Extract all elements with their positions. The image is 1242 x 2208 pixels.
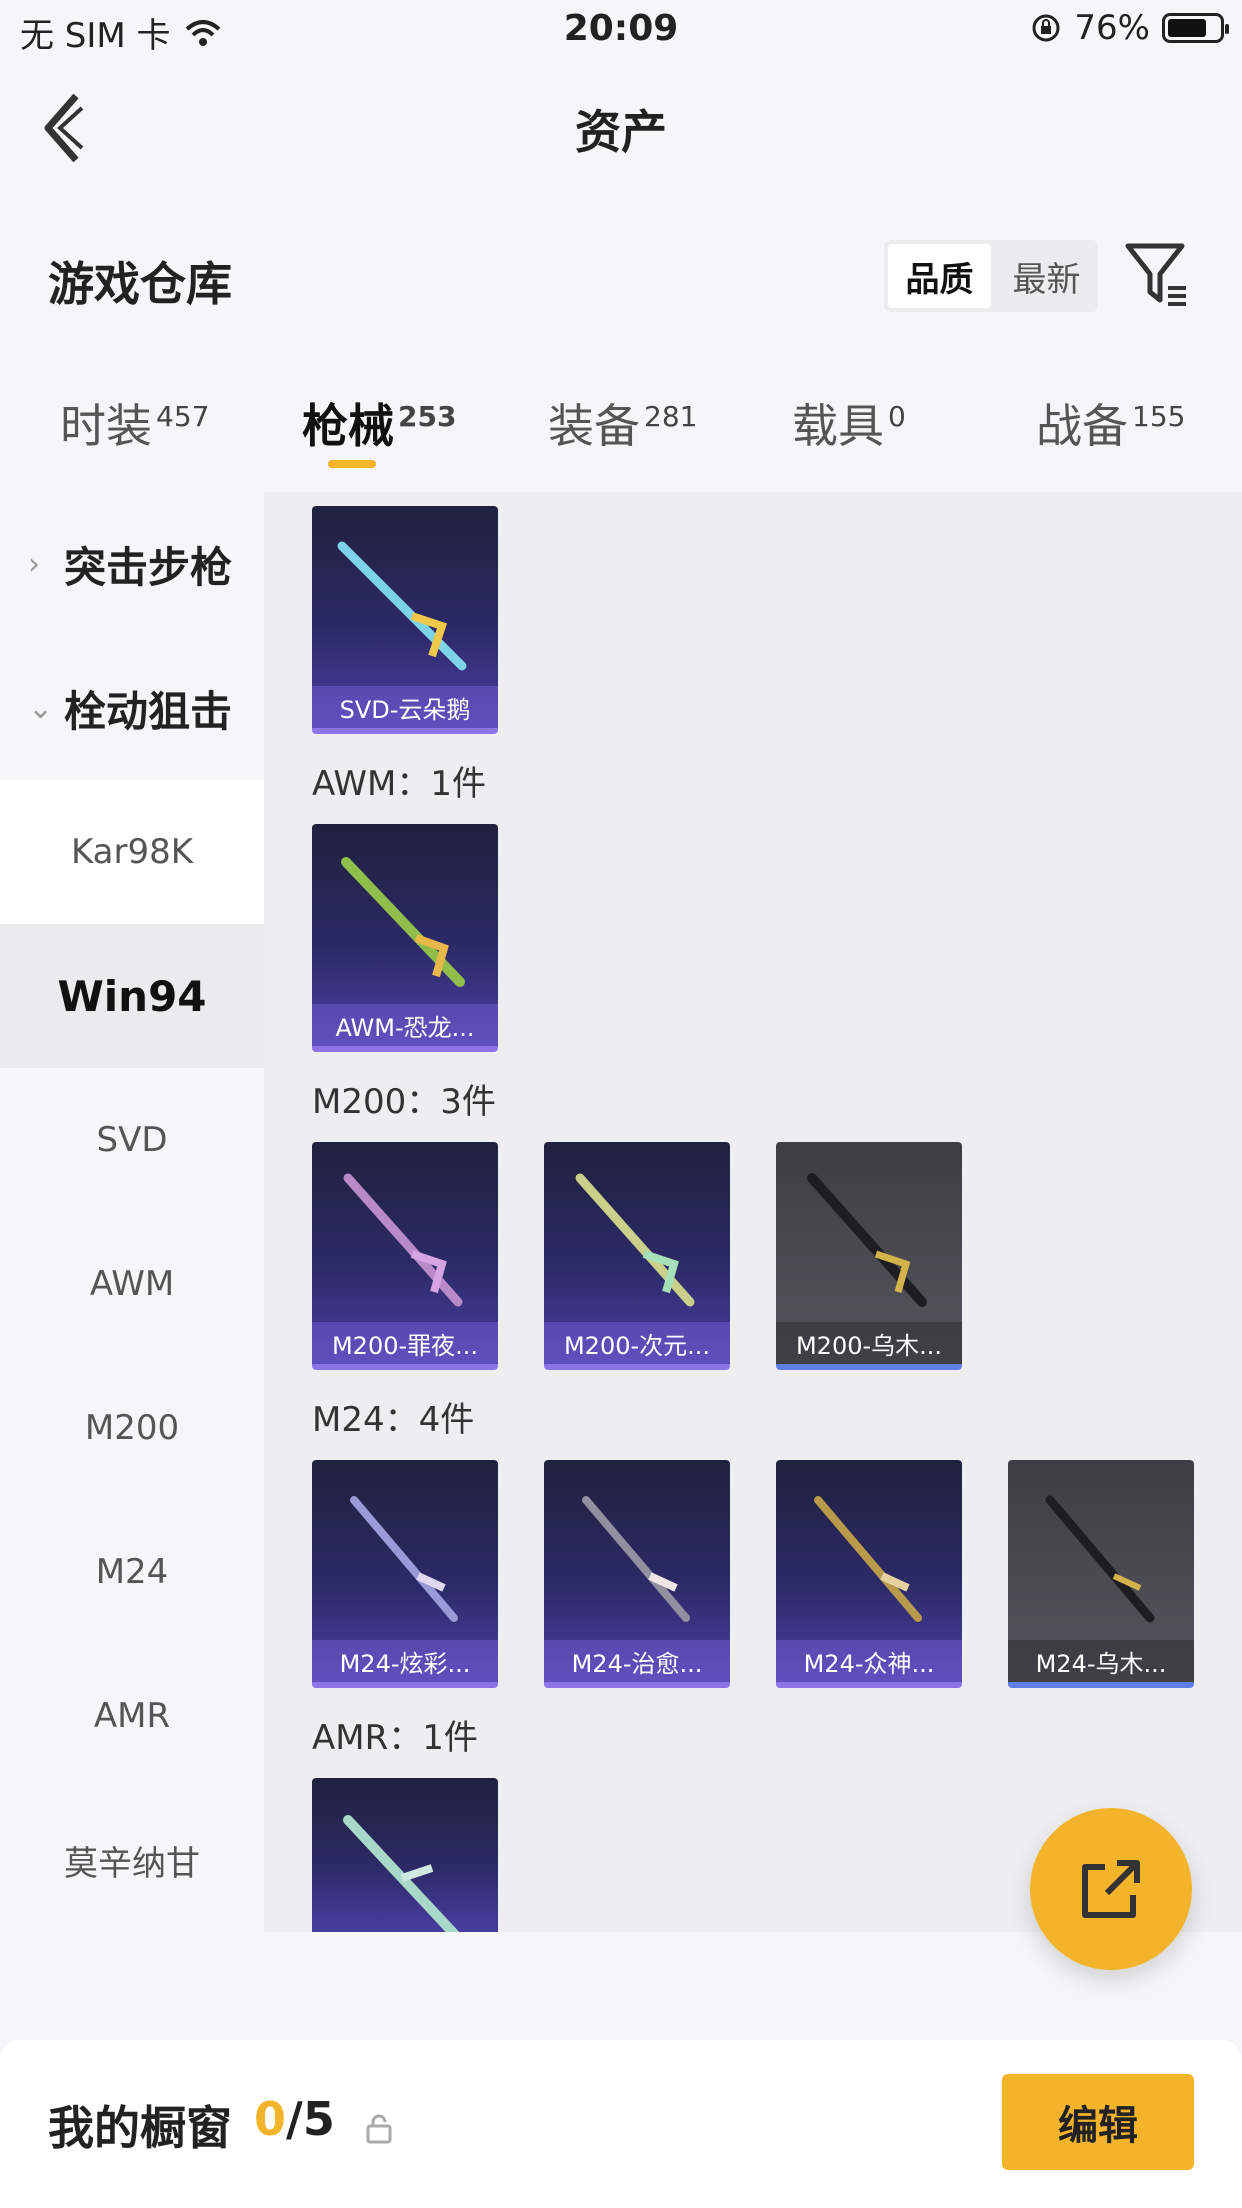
sort-quality[interactable]: 品质	[888, 244, 991, 308]
showcase-bar: 我的橱窗 0/5 编辑	[0, 2040, 1242, 2208]
group-label-m24: M24：4件	[312, 1400, 475, 1440]
chevron-down-icon: ⌄	[28, 690, 54, 726]
category-tabs: 时装 457 枪械 253 装备 281 载具 0 战备 155	[0, 390, 1242, 480]
status-bar: 无 SIM 卡 20:09 76%	[0, 0, 1242, 62]
sidebar-item-mosin[interactable]: 莫辛纳甘	[0, 1788, 264, 1932]
skin-name: M24-众神...	[776, 1640, 962, 1682]
showcase-title: 我的橱窗	[48, 2101, 232, 2155]
skin-card[interactable]: M24-乌木...	[1008, 1460, 1194, 1688]
sidebar-item-m24[interactable]: M24	[0, 1500, 264, 1644]
showcase-count-current: 0	[254, 2092, 287, 2146]
section-title: 游戏仓库	[48, 257, 232, 311]
battery-icon	[1162, 13, 1229, 43]
tab-count: 253	[398, 399, 457, 433]
battery-percent: 76%	[1074, 8, 1150, 48]
rifle-icon	[807, 1173, 927, 1307]
share-external-icon	[1082, 1860, 1140, 1918]
sidebar-item-win94[interactable]: Win94	[0, 924, 264, 1068]
chevron-right-icon: ›	[28, 546, 40, 582]
sidebar-item-amr[interactable]: AMR	[0, 1644, 264, 1788]
group-label-amr: AMR：1件	[312, 1718, 478, 1758]
sidebar-item-awm[interactable]: AWM	[0, 1212, 264, 1356]
skin-card[interactable]: M24-治愈...	[544, 1460, 730, 1688]
tab-supplies[interactable]: 战备 155	[1036, 390, 1185, 456]
skin-name: M200-乌木...	[776, 1322, 962, 1364]
sidebar-group-bolt-snipers[interactable]: ⌄ 栓动狙击	[0, 636, 264, 780]
rifle-icon	[582, 1496, 690, 1622]
sidebar-group-assault-rifles[interactable]: › 突击步枪	[0, 492, 264, 636]
tab-label: 战备	[1036, 399, 1128, 453]
filter-button[interactable]	[1124, 240, 1194, 310]
showcase-count-total: /5	[286, 2092, 335, 2146]
rifle-icon	[350, 1496, 458, 1622]
sidebar-item-svd[interactable]: SVD	[0, 1068, 264, 1212]
skin-card[interactable]	[312, 1778, 498, 1932]
skin-card[interactable]: M24-炫彩...	[312, 1460, 498, 1688]
sort-segmented-control: 品质 最新	[884, 240, 1098, 312]
skin-card[interactable]: M200-罪夜...	[312, 1142, 498, 1370]
skin-name: M24-乌木...	[1008, 1640, 1194, 1682]
skin-name: M200-罪夜...	[312, 1322, 498, 1364]
battery-fill	[1168, 19, 1206, 37]
tab-count: 281	[644, 399, 698, 433]
tab-count: 0	[888, 399, 906, 433]
sidebar-group-label: 突击步枪	[64, 542, 233, 592]
tab-label: 枪械	[302, 399, 394, 453]
group-label-awm: AWM：1件	[312, 764, 486, 804]
active-tab-indicator	[328, 460, 376, 468]
skin-name: SVD-云朵鹅	[312, 686, 498, 728]
group-label-m200: M200：3件	[312, 1082, 496, 1122]
lock-icon	[366, 2114, 392, 2144]
tab-count: 457	[156, 399, 210, 433]
rifle-icon	[1045, 1495, 1155, 1623]
tab-label: 时装	[60, 399, 152, 453]
skin-name: M24-治愈...	[544, 1640, 730, 1682]
rifle-icon	[337, 541, 467, 671]
skin-card[interactable]: M200-乌木...	[776, 1142, 962, 1370]
skin-card[interactable]: AWM-恐龙...	[312, 824, 498, 1052]
status-right: 76%	[1030, 8, 1229, 48]
skin-name: M24-炫彩...	[312, 1640, 498, 1682]
weapon-type-sidebar: › 突击步枪 ⌄ 栓动狙击 Kar98K Win94 SVD AWM M200 …	[0, 492, 264, 1932]
sidebar-item-kar98k[interactable]: Kar98K	[0, 780, 264, 924]
rifle-icon	[814, 1496, 922, 1622]
skin-card[interactable]: M200-次元...	[544, 1142, 730, 1370]
sidebar-group-label: 栓动狙击	[64, 686, 233, 736]
tab-count: 155	[1132, 399, 1186, 433]
tab-fashion[interactable]: 时装 457	[60, 390, 209, 456]
tab-vehicles[interactable]: 载具 0	[792, 390, 906, 456]
share-button[interactable]	[1030, 1808, 1192, 1970]
orientation-lock-icon	[1032, 14, 1060, 42]
rifle-icon	[343, 1173, 463, 1307]
skin-name: AWM-恐龙...	[312, 1004, 498, 1046]
tab-label: 载具	[792, 399, 884, 453]
filter-icon	[1125, 243, 1186, 306]
tab-equipment[interactable]: 装备 281	[548, 390, 697, 456]
tab-label: 装备	[548, 399, 640, 453]
sidebar-item-m200[interactable]: M200	[0, 1356, 264, 1500]
showcase-count: 0/5	[254, 2092, 335, 2146]
skin-name: M200-次元...	[544, 1322, 730, 1364]
page-title: 资产	[575, 105, 667, 159]
edit-button[interactable]: 编辑	[1002, 2074, 1194, 2170]
skin-card[interactable]: SVD-云朵鹅	[312, 506, 498, 734]
weapon-grid: SVD-云朵鹅 AWM：1件 AWM-恐龙... M200：3件 M200-罪夜…	[264, 492, 1242, 1932]
skin-card[interactable]: M24-众神...	[776, 1460, 962, 1688]
sort-newest[interactable]: 最新	[995, 240, 1098, 312]
tab-weapons[interactable]: 枪械 253	[302, 390, 456, 456]
rifle-icon	[575, 1173, 695, 1307]
rifle-icon	[341, 857, 465, 987]
rifle-icon	[343, 1815, 460, 1932]
